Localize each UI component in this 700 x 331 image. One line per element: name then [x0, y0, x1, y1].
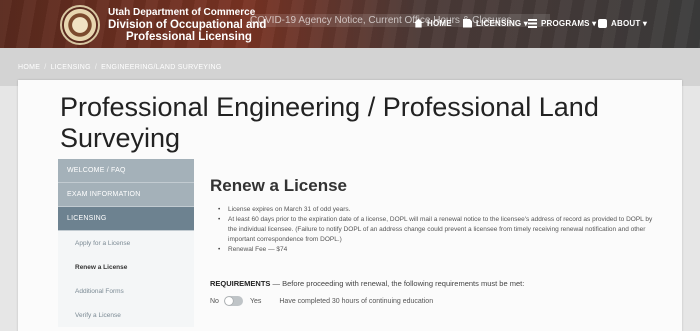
- list-item: At least 60 days prior to the expiration…: [218, 215, 658, 245]
- org-line-3: Professional Licensing: [126, 30, 252, 43]
- ce-requirement-row: No Yes Have completed 30 hours of contin…: [210, 296, 433, 306]
- ce-toggle[interactable]: [223, 296, 243, 306]
- sidebar-item-licensing[interactable]: LICENSING: [58, 207, 194, 231]
- sidebar-item-welcome-faq[interactable]: WELCOME / FAQ: [58, 159, 194, 183]
- requirements-label: REQUIREMENTS: [210, 279, 271, 288]
- section-title: Renew a License: [210, 176, 348, 195]
- breadcrumb-home[interactable]: HOME: [18, 64, 40, 71]
- toggle-knob: [224, 297, 233, 305]
- nav-programs[interactable]: PROGRAMS ▾: [528, 14, 596, 32]
- sidebar-item-verify[interactable]: Verify a License: [58, 303, 194, 327]
- sidebar-item-renew[interactable]: Renew a License: [58, 255, 194, 279]
- home-icon: [414, 18, 423, 28]
- chat-icon: [598, 18, 607, 28]
- ce-requirement-text: Have completed 30 hours of continuing ed…: [279, 297, 434, 305]
- nav-about[interactable]: ABOUT ▾: [598, 14, 647, 32]
- nav-home-label: HOME: [427, 18, 452, 28]
- breadcrumb: HOME / LICENSING / ENGINEERING/LAND SURV…: [18, 64, 222, 71]
- org-line-1: Utah Department of Commerce: [108, 7, 256, 18]
- requirements-text: — Before proceeding with renewal, the fo…: [272, 279, 525, 288]
- sidebar-item-additional-forms[interactable]: Additional Forms: [58, 279, 194, 303]
- page-title: Professional Engineering / Professional …: [60, 92, 599, 154]
- state-seal-logo[interactable]: [60, 5, 100, 45]
- org-line-2: Division of Occupational and: [108, 18, 267, 31]
- document-icon: [463, 18, 472, 28]
- breadcrumb-licensing[interactable]: LICENSING: [50, 64, 90, 71]
- nav-licensing[interactable]: LICENSING ▾: [463, 14, 528, 32]
- nav-about-label: ABOUT ▾: [611, 18, 648, 28]
- list-item: Renewal Fee — $74: [218, 245, 658, 255]
- breadcrumb-separator: /: [94, 64, 98, 71]
- list-icon: [528, 18, 537, 28]
- list-item: License expires on March 31 of odd years…: [218, 205, 658, 215]
- sidebar-nav: WELCOME / FAQ EXAM INFORMATION LICENSING…: [58, 159, 194, 327]
- nav-home[interactable]: HOME: [414, 14, 452, 32]
- toggle-yes-label: Yes: [249, 297, 262, 305]
- sidebar-item-apply[interactable]: Apply for a License: [58, 231, 194, 255]
- requirements-line: REQUIREMENTS — Before proceeding with re…: [210, 279, 524, 288]
- breadcrumb-separator: /: [44, 64, 47, 71]
- org-name[interactable]: Utah Department of Commerce Division of …: [108, 7, 267, 43]
- nav-programs-label: PROGRAMS ▾: [541, 18, 597, 28]
- sidebar-item-exam-information[interactable]: EXAM INFORMATION: [58, 183, 194, 207]
- renewal-info-list: License expires on March 31 of odd years…: [218, 205, 658, 255]
- toggle-no-label: No: [210, 297, 219, 305]
- breadcrumb-current: ENGINEERING/LAND SURVEYING: [101, 64, 222, 71]
- nav-licensing-label: LICENSING ▾: [476, 18, 528, 28]
